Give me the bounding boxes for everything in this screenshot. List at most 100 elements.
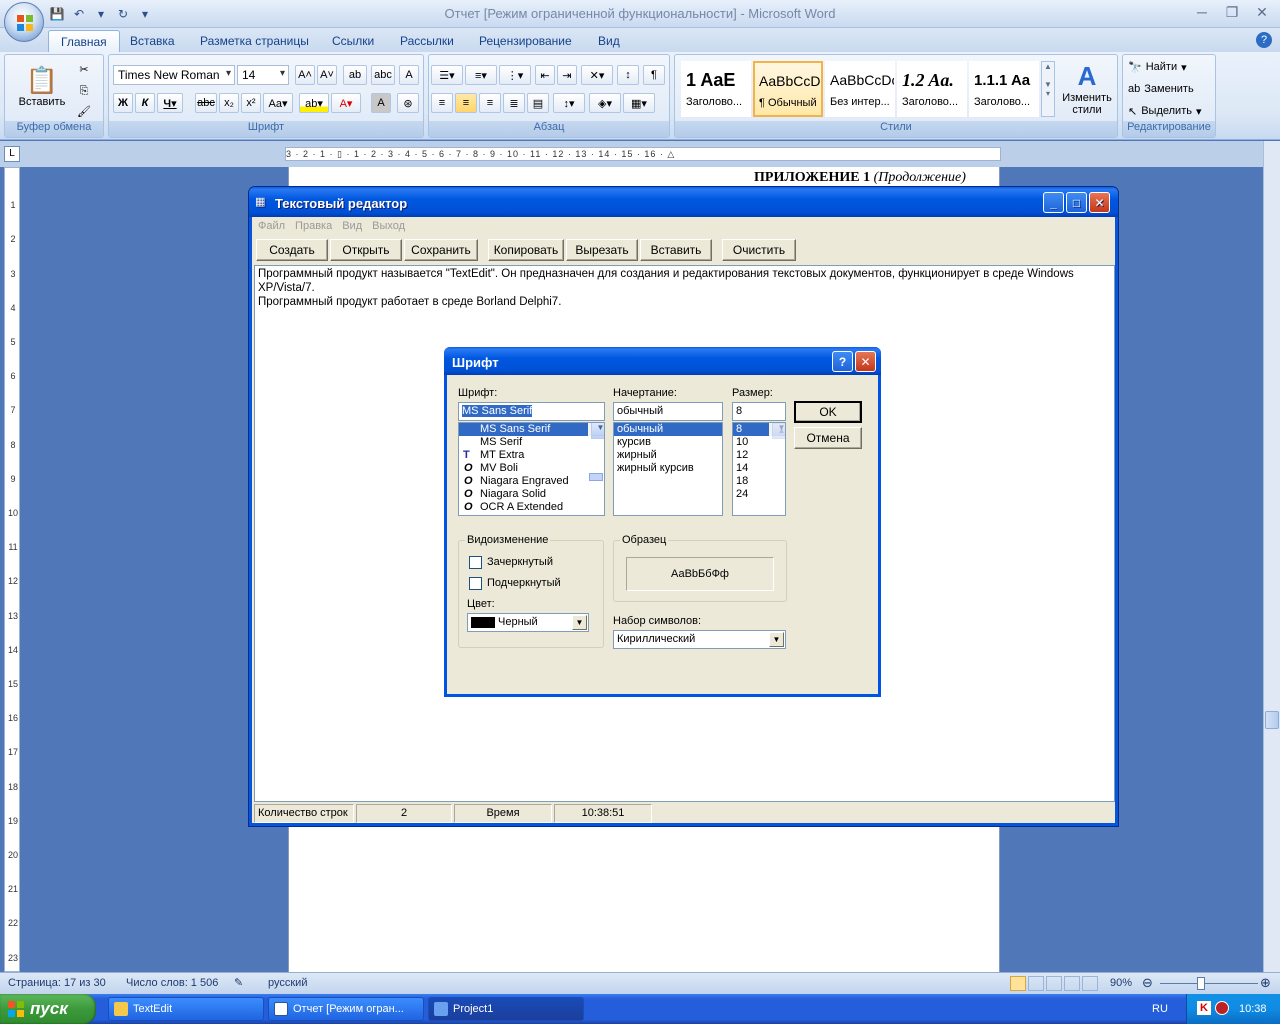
office-button[interactable]: [4, 2, 44, 42]
style-list[interactable]: обычный курсив жирный жирный курсив: [613, 422, 723, 516]
scroll-thumb[interactable]: [1265, 711, 1279, 729]
copy-icon[interactable]: ⎘: [73, 81, 95, 101]
change-case-icon[interactable]: Aa▾: [263, 93, 293, 113]
char-shading-icon[interactable]: A: [371, 93, 391, 113]
clear-format-icon[interactable]: ab: [343, 65, 367, 85]
open-button[interactable]: Открыть: [330, 239, 402, 261]
help-icon[interactable]: ?: [1256, 32, 1272, 48]
tab-mailings[interactable]: Рассылки: [388, 30, 466, 52]
paste-button[interactable]: Вставить: [640, 239, 712, 261]
color-select[interactable]: Черный ▼: [467, 613, 589, 632]
maximize-icon[interactable]: □: [1066, 192, 1087, 213]
task-word[interactable]: Отчет [Режим огран...: [268, 997, 424, 1021]
align-center-icon[interactable]: ≡: [455, 93, 477, 113]
charset-select[interactable]: Кириллический ▼: [613, 630, 786, 649]
menu-file[interactable]: Файл: [258, 220, 285, 234]
zoom-out-icon[interactable]: ⊖: [1142, 975, 1153, 991]
style-heading2[interactable]: 1.2 Aa. Заголово...: [897, 61, 967, 117]
paste-button[interactable]: 📋 Вставить: [11, 57, 73, 115]
vertical-ruler[interactable]: 1 2 3 4 5 6 7 8 9 10 11 12 13 14 15 16 17 18 19 20 21 22 23: [4, 167, 20, 972]
decrease-indent-icon[interactable]: ⇤: [535, 65, 555, 85]
phonetic-icon[interactable]: abc: [371, 65, 395, 85]
shrink-font-icon[interactable]: A˅: [317, 65, 337, 85]
style-option[interactable]: курсив: [614, 436, 722, 449]
ok-button[interactable]: OK: [794, 401, 862, 423]
web-layout-icon[interactable]: [1046, 976, 1062, 991]
close-icon[interactable]: ✕: [1248, 2, 1276, 22]
styles-scroll[interactable]: ▲ ▼ ▾: [1041, 61, 1055, 117]
tab-insert[interactable]: Вставка: [118, 30, 187, 52]
zoom-thumb[interactable]: [1197, 977, 1205, 990]
tab-page-layout[interactable]: Разметка страницы: [188, 30, 321, 52]
font-option[interactable]: T MT Extra: [459, 449, 604, 462]
tab-home[interactable]: Главная: [48, 30, 120, 52]
find-button[interactable]: 🔭 Найти ▾: [1127, 57, 1213, 77]
copy-button[interactable]: Копировать: [488, 239, 564, 261]
minimize-icon[interactable]: ─: [1188, 2, 1216, 22]
replace-button[interactable]: ab Заменить: [1127, 79, 1213, 99]
dropdown-arrow-icon[interactable]: ▼: [572, 615, 587, 630]
outline-icon[interactable]: [1064, 976, 1080, 991]
style-heading1[interactable]: 1 AaE Заголово...: [681, 61, 751, 117]
scroll-down-icon[interactable]: ▼: [772, 423, 785, 436]
menu-exit[interactable]: Выход: [372, 220, 405, 234]
menu-edit[interactable]: Правка: [295, 220, 332, 234]
font-option[interactable]: O Niagara Solid: [459, 488, 604, 501]
superscript-icon[interactable]: x²: [241, 93, 261, 113]
style-option[interactable]: обычный: [614, 423, 722, 436]
style-option[interactable]: жирный: [614, 449, 722, 462]
save-button[interactable]: Сохранить: [404, 239, 478, 261]
cut-button[interactable]: Вырезать: [566, 239, 638, 261]
borders-icon[interactable]: ▦▾: [623, 93, 655, 113]
document-scrollbar[interactable]: [1263, 141, 1280, 972]
scroll-down-icon[interactable]: ▼: [591, 423, 604, 436]
size-list[interactable]: 8 10 12 14 18 24 ▲ ▼: [732, 422, 786, 516]
align-left-icon[interactable]: ≡: [431, 93, 453, 113]
style-no-spacing[interactable]: AaBbCcDc Без интер...: [825, 61, 895, 117]
font-name-combo[interactable]: Times New Roman: [113, 65, 235, 85]
task-textedit[interactable]: TextEdit: [108, 997, 264, 1021]
horizontal-ruler[interactable]: 3 · 2 · 1 · ▯ · 1 · 2 · 3 · 4 · 5 · 6 · …: [285, 147, 1001, 161]
underline-checkbox[interactable]: [469, 577, 482, 590]
size-option[interactable]: 18: [733, 475, 785, 488]
antivirus-icon[interactable]: K: [1197, 1001, 1211, 1015]
zoom-in-icon[interactable]: ⊕: [1260, 975, 1271, 991]
size-option[interactable]: 24: [733, 488, 785, 501]
cancel-button[interactable]: Отмена: [794, 427, 862, 449]
font-size-combo[interactable]: 14: [237, 65, 289, 85]
font-color-icon[interactable]: A▾: [331, 93, 361, 113]
tab-view[interactable]: Вид: [586, 30, 632, 52]
style-input[interactable]: обычный: [613, 402, 723, 421]
minimize-icon[interactable]: _: [1043, 192, 1064, 213]
print-layout-icon[interactable]: [1010, 976, 1026, 991]
cut-icon[interactable]: ✂: [73, 59, 95, 79]
font-option[interactable]: MS Sans Serif: [459, 423, 604, 436]
font-option[interactable]: O OCR A Extended: [459, 501, 604, 514]
size-option[interactable]: 12: [733, 449, 785, 462]
proofing-icon[interactable]: ✎: [234, 976, 243, 989]
size-option[interactable]: 14: [733, 462, 785, 475]
help-icon[interactable]: ?: [832, 351, 853, 372]
create-button[interactable]: Создать: [256, 239, 328, 261]
bold-icon[interactable]: Ж: [113, 93, 133, 113]
size-list-scrollbar[interactable]: ▲ ▼: [769, 423, 785, 439]
underline-icon[interactable]: Ч▾: [157, 93, 183, 113]
highlight-icon[interactable]: ab▾: [299, 93, 329, 113]
tab-review[interactable]: Рецензирование: [467, 30, 584, 52]
shading-icon[interactable]: ◈▾: [589, 93, 621, 113]
size-option[interactable]: 8: [733, 423, 769, 436]
font-list[interactable]: MS Sans Serif MS Serif T MT Extra O MV Bol…: [458, 422, 605, 516]
italic-icon[interactable]: К: [135, 93, 155, 113]
style-heading3[interactable]: 1.1.1 Aa Заголово...: [969, 61, 1039, 117]
strikethrough-icon[interactable]: abc: [195, 93, 217, 113]
font-input[interactable]: MS Sans Serif: [458, 402, 605, 421]
language-indicator[interactable]: RU: [1152, 1003, 1168, 1015]
clear-button[interactable]: Очистить: [722, 239, 796, 261]
char-border-icon[interactable]: A: [399, 65, 419, 85]
distributed-icon[interactable]: ▤: [527, 93, 549, 113]
maximize-icon[interactable]: ❐: [1218, 2, 1246, 22]
full-screen-icon[interactable]: [1028, 976, 1044, 991]
tray-app-icon[interactable]: [1215, 1001, 1229, 1015]
enclose-char-icon[interactable]: ⊛: [397, 93, 419, 113]
select-button[interactable]: ↖ Выделить ▾: [1127, 101, 1213, 121]
